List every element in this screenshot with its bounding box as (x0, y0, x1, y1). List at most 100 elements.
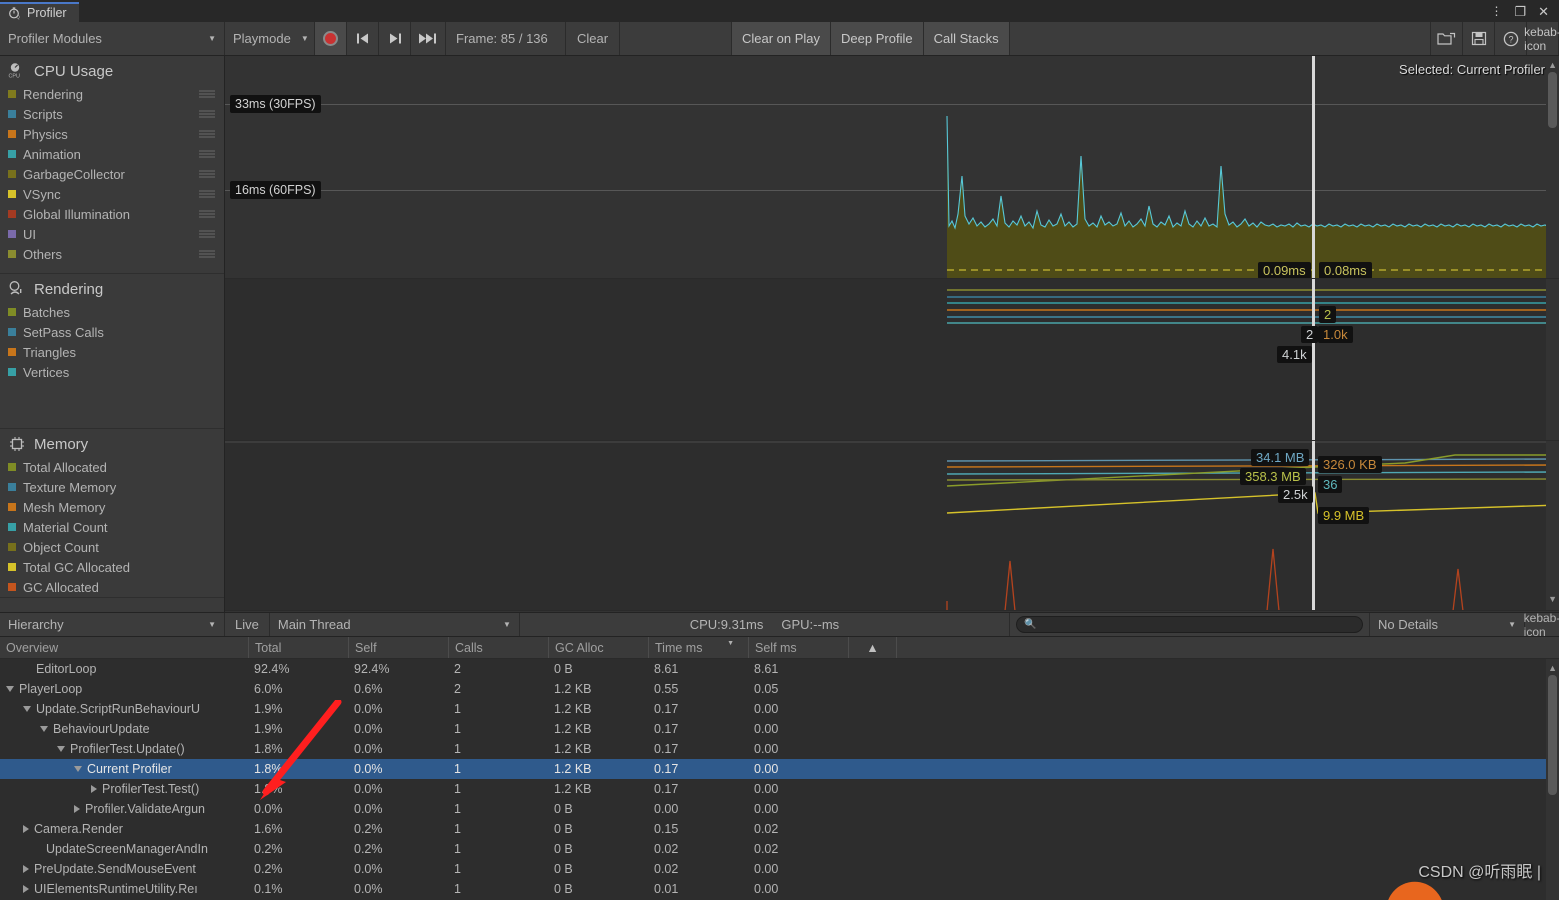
counter-animation[interactable]: Animation (0, 144, 224, 164)
counter-others[interactable]: Others (0, 244, 224, 264)
table-row[interactable]: UIElementsRuntimeUtility.Reı 0.1% 0.0% 1… (0, 879, 1559, 899)
counter-total-allocated[interactable]: Total Allocated (0, 457, 224, 477)
table-row[interactable]: ProfilerTest.Update() 1.8% 0.0% 1 1.2 KB… (0, 739, 1559, 759)
column-self-ms[interactable]: Self ms (748, 637, 848, 658)
rendering-chart[interactable]: 2 2 1.0k 4.1k (225, 279, 1559, 441)
drag-handle-icon[interactable] (199, 230, 215, 238)
drag-handle-icon[interactable] (199, 90, 215, 98)
counter-rendering[interactable]: Rendering (0, 84, 224, 104)
counter-physics[interactable]: Physics (0, 124, 224, 144)
hierarchy-view-dropdown[interactable]: Hierarchy ▼ (0, 613, 225, 636)
counter-gc-allocated[interactable]: GC Allocated (0, 577, 224, 597)
column-warning[interactable]: ▲ (848, 637, 896, 658)
search-input[interactable]: 🔍 (1016, 616, 1363, 633)
next-frame-button[interactable] (379, 22, 411, 55)
drag-handle-icon[interactable] (199, 250, 215, 258)
module-memory[interactable]: Memory Total Allocated Texture Memory Me… (0, 429, 224, 598)
toolbar-blank-field[interactable] (620, 22, 732, 55)
scroll-up-icon[interactable]: ▲ (1548, 60, 1557, 70)
drag-handle-icon[interactable] (199, 170, 215, 178)
row-name[interactable]: Profiler.ValidateArgun (0, 799, 248, 819)
drag-handle-icon[interactable] (199, 210, 215, 218)
counter-triangles[interactable]: Triangles (0, 342, 224, 362)
live-toggle[interactable]: Live (225, 613, 270, 636)
load-profile-button[interactable] (1431, 22, 1463, 55)
module-memory-header[interactable]: Memory (0, 429, 224, 457)
counter-ui[interactable]: UI (0, 224, 224, 244)
expander-expanded-icon[interactable] (23, 705, 31, 712)
counter-scripts[interactable]: Scripts (0, 104, 224, 124)
window-menu-icon[interactable]: ⋮ (1490, 5, 1502, 17)
counter-setpass-calls[interactable]: SetPass Calls (0, 322, 224, 342)
module-rendering-header[interactable]: Rendering (0, 274, 224, 302)
clear-button[interactable]: Clear (566, 22, 620, 55)
table-row[interactable]: ProfilerTest.Test() 1.8% 0.0% 1 1.2 KB 0… (0, 779, 1559, 799)
counter-vertices[interactable]: Vertices (0, 362, 224, 382)
row-name[interactable]: EditorLoop (0, 659, 248, 679)
expander-expanded-icon[interactable] (40, 725, 48, 732)
frame-cursor[interactable] (1312, 441, 1315, 610)
module-rendering[interactable]: Rendering Batches SetPass Calls Triangle… (0, 274, 224, 429)
table-row[interactable]: BehaviourUpdate 1.9% 0.0% 1 1.2 KB 0.17 … (0, 719, 1559, 739)
last-frame-button[interactable] (411, 22, 446, 55)
expander-expanded-icon[interactable] (6, 685, 14, 692)
column-gc-alloc[interactable]: GC Alloc (548, 637, 648, 658)
charts-scroll-thumb[interactable] (1548, 72, 1557, 128)
table-scroll-thumb[interactable] (1548, 675, 1557, 795)
thread-dropdown[interactable]: Main Thread ▼ (270, 613, 520, 636)
table-row[interactable]: EditorLoop 92.4% 92.4% 2 0 B 8.61 8.61 (0, 659, 1559, 679)
row-name[interactable]: Update.ScriptRunBehaviourU (0, 699, 248, 719)
scroll-down-icon[interactable]: ▼ (1548, 594, 1557, 604)
module-cpu-usage-header[interactable]: CPU CPU Usage (0, 56, 224, 84)
column-calls[interactable]: Calls (448, 637, 548, 658)
profiler-modules-dropdown[interactable]: Profiler Modules ▼ (0, 22, 225, 55)
hierarchy-table[interactable]: EditorLoop 92.4% 92.4% 2 0 B 8.61 8.61 P… (0, 659, 1559, 900)
counter-object-count[interactable]: Object Count (0, 537, 224, 557)
expander-collapsed-icon[interactable] (23, 825, 29, 833)
column-total[interactable]: Total (248, 637, 348, 658)
prev-frame-button[interactable] (347, 22, 379, 55)
save-profile-button[interactable] (1463, 22, 1495, 55)
scroll-up-icon[interactable]: ▲ (1548, 663, 1557, 673)
table-row[interactable]: Update.ScriptRunBehaviourU 1.9% 0.0% 1 1… (0, 699, 1559, 719)
counter-vsync[interactable]: VSync (0, 184, 224, 204)
frame-cursor[interactable] (1312, 279, 1315, 440)
column-time-ms[interactable]: Time ms ▼ (648, 637, 748, 658)
call-stacks-toggle[interactable]: Call Stacks (923, 22, 1010, 55)
row-name[interactable]: UIElementsRuntimeUtility.Reı (0, 879, 248, 899)
maximize-icon[interactable]: ❐ (1514, 5, 1526, 18)
module-cpu-usage[interactable]: CPU CPU Usage Rendering Scripts Physics … (0, 56, 224, 274)
frame-cursor[interactable] (1312, 56, 1315, 278)
row-name[interactable]: UpdateScreenManagerAndIn (0, 839, 248, 859)
counter-material-count[interactable]: Material Count (0, 517, 224, 537)
expander-collapsed-icon[interactable] (74, 805, 80, 813)
clear-on-play-toggle[interactable]: Clear on Play (732, 22, 832, 55)
row-name[interactable]: BehaviourUpdate (0, 719, 248, 739)
counter-batches[interactable]: Batches (0, 302, 224, 322)
deep-profile-toggle[interactable]: Deep Profile (831, 22, 924, 55)
rendering-scroll-track[interactable] (1546, 279, 1559, 440)
record-button[interactable] (315, 22, 347, 55)
row-name[interactable]: PreUpdate.SendMouseEvent (0, 859, 248, 879)
drag-handle-icon[interactable] (199, 190, 215, 198)
charts-scrollbar[interactable]: ▲ (1546, 56, 1559, 278)
drag-handle-icon[interactable] (199, 150, 215, 158)
column-overview[interactable]: Overview (0, 637, 248, 658)
memory-chart[interactable]: 34.1 MB 358.3 MB 326.0 KB 36 2.5k 9.9 MB… (225, 441, 1559, 611)
table-row[interactable]: PlayerLoop 6.0% 0.6% 2 1.2 KB 0.55 0.05 (0, 679, 1559, 699)
counter-global-illumination[interactable]: Global Illumination (0, 204, 224, 224)
table-row-selected[interactable]: Current Profiler 1.8% 0.0% 1 1.2 KB 0.17… (0, 759, 1559, 779)
hierarchy-more-button[interactable]: kebab-icon (1524, 611, 1559, 639)
counter-total-gc-allocated[interactable]: Total GC Allocated (0, 557, 224, 577)
counter-garbagecollector[interactable]: GarbageCollector (0, 164, 224, 184)
expander-collapsed-icon[interactable] (23, 885, 29, 893)
row-name[interactable]: ProfilerTest.Update() (0, 739, 248, 759)
counter-texture-memory[interactable]: Texture Memory (0, 477, 224, 497)
row-name[interactable]: ProfilerTest.Test() (0, 779, 248, 799)
expander-expanded-icon[interactable] (57, 745, 65, 752)
drag-handle-icon[interactable] (199, 130, 215, 138)
memory-scroll-track[interactable]: ▼ (1546, 441, 1559, 610)
table-row[interactable]: UpdateScreenManagerAndIn 0.2% 0.2% 1 0 B… (0, 839, 1559, 859)
table-row[interactable]: Camera.Render 1.6% 0.2% 1 0 B 0.15 0.02 (0, 819, 1559, 839)
close-icon[interactable]: ✕ (1538, 5, 1549, 18)
